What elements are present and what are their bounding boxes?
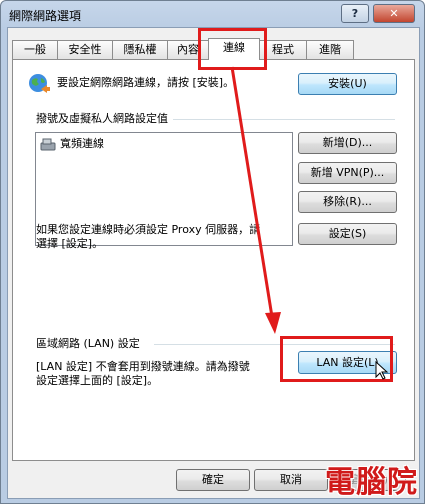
mouse-cursor-icon <box>375 360 389 384</box>
tab-connections[interactable]: 連線 <box>208 38 260 60</box>
red-arrow <box>230 66 281 334</box>
internet-options-dialog: 網際網路選項 ? ✕ 一般 安全性 隱私權 內容 連線 程式 進階 要設定網際網… <box>0 0 425 504</box>
watermark-logo: 電腦院 <box>325 465 418 500</box>
